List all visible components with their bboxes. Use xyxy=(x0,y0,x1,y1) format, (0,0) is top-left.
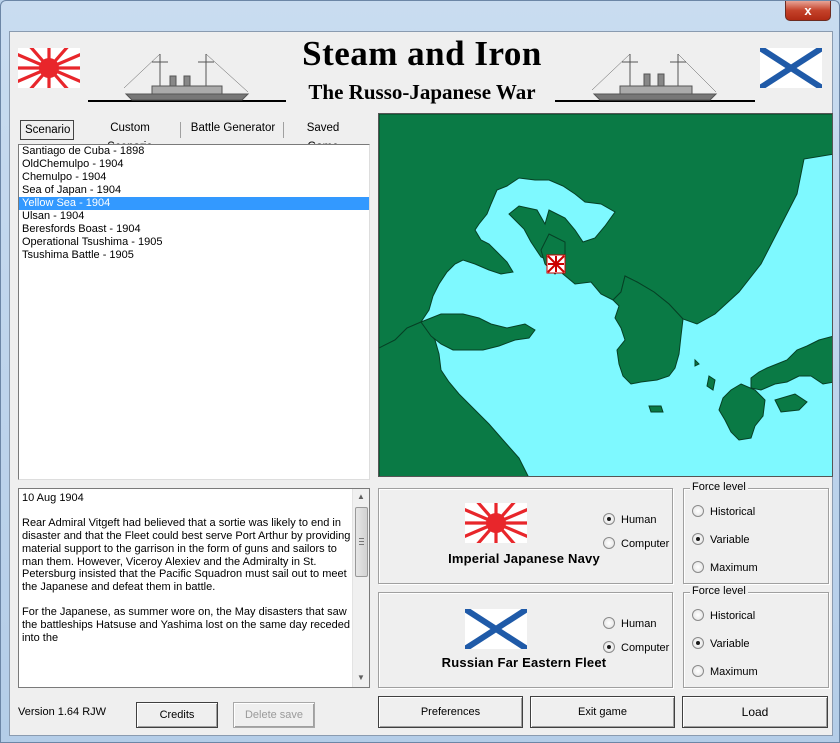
tab-separator xyxy=(180,122,181,138)
russia-computer-radio[interactable]: Computer xyxy=(603,641,669,655)
russian-navy-panel: Russian Far Eastern Fleet Human Computer xyxy=(378,592,673,688)
radio-selected-icon[interactable] xyxy=(603,513,615,525)
radio-label: Variable xyxy=(710,534,750,546)
list-item-selected[interactable]: Yellow Sea - 1904 xyxy=(19,197,369,210)
japan-historical-radio[interactable]: Historical xyxy=(692,505,755,519)
radio-label: Human xyxy=(621,618,657,630)
list-item[interactable]: Ulsan - 1904 xyxy=(19,210,369,223)
list-item[interactable]: OldChemulpo - 1904 xyxy=(19,158,369,171)
description-paragraph: For the Japanese, as summer wore on, the… xyxy=(22,606,350,644)
radio-selected-icon[interactable] xyxy=(603,641,615,653)
port-arthur-marker-icon xyxy=(546,254,566,274)
force-level-legend: Force level xyxy=(690,481,748,493)
russia-maximum-radio[interactable]: Maximum xyxy=(692,665,758,679)
theatre-map[interactable] xyxy=(378,113,833,477)
russian-navy-name: Russian Far Eastern Fleet xyxy=(441,655,607,670)
delete-save-button[interactable]: Delete save xyxy=(233,702,315,728)
radio-icon[interactable] xyxy=(692,665,704,677)
tab-separator xyxy=(283,122,284,138)
load-button[interactable]: Load xyxy=(682,696,828,728)
radio-label: Maximum xyxy=(710,666,758,678)
radio-selected-icon[interactable] xyxy=(692,533,704,545)
description-paragraph: Rear Admiral Vitgeft had believed that a… xyxy=(22,517,351,593)
russia-historical-radio[interactable]: Historical xyxy=(692,609,755,623)
radio-label: Historical xyxy=(710,610,756,622)
russia-variable-radio[interactable]: Variable xyxy=(692,637,750,651)
list-item[interactable]: Sea of Japan - 1904 xyxy=(19,184,369,197)
battleship-right-icon xyxy=(591,53,718,101)
japan-human-radio[interactable]: Human xyxy=(603,513,656,527)
list-item[interactable]: Tsushima Battle - 1905 xyxy=(19,249,369,262)
description-scrollbar[interactable]: ▲ ▼ xyxy=(352,489,369,687)
radio-icon[interactable] xyxy=(603,617,615,629)
radio-label: Maximum xyxy=(710,562,758,574)
version-label: Version 1.64 RJW xyxy=(18,706,107,718)
st-andrew-ensign-icon xyxy=(465,609,527,649)
scenario-date: 10 Aug 1904 xyxy=(22,492,84,504)
radio-label: Variable xyxy=(710,638,750,650)
preferences-button[interactable]: Preferences xyxy=(378,696,523,728)
tab-saved-game[interactable]: Saved Game xyxy=(286,119,360,153)
scroll-thumb[interactable] xyxy=(355,507,368,577)
japan-force-level-group: Force level Historical Variable Maximum xyxy=(683,481,829,584)
list-item[interactable]: Santiago de Cuba - 1898 xyxy=(19,145,369,158)
force-level-legend: Force level xyxy=(690,585,748,597)
radio-icon[interactable] xyxy=(692,609,704,621)
radio-label: Historical xyxy=(710,506,756,518)
list-item[interactable]: Chemulpo - 1904 xyxy=(19,171,369,184)
exit-game-button[interactable]: Exit game xyxy=(530,696,675,728)
scenario-description[interactable]: 10 Aug 1904 Rear Admiral Vitgeft had bel… xyxy=(18,488,370,688)
japan-variable-radio[interactable]: Variable xyxy=(692,533,750,547)
list-item[interactable]: Beresfords Boast - 1904 xyxy=(19,223,369,236)
tab-custom-scenario[interactable]: Custom Scenario xyxy=(84,119,176,153)
scroll-up-arrow-icon[interactable]: ▲ xyxy=(353,489,369,505)
radio-label: Human xyxy=(621,514,657,526)
main-panel: Steam and Iron The Russo-Japanese War Sc… xyxy=(9,31,833,736)
scroll-down-arrow-icon[interactable]: ▼ xyxy=(353,670,369,686)
japanese-navy-panel: Imperial Japanese Navy Human Computer xyxy=(378,488,673,584)
japan-computer-radio[interactable]: Computer xyxy=(603,537,669,551)
radio-selected-icon[interactable] xyxy=(692,637,704,649)
radio-icon[interactable] xyxy=(603,537,615,549)
tab-scenario[interactable]: Scenario xyxy=(20,120,74,140)
credits-button[interactable]: Credits xyxy=(136,702,218,728)
radio-label: Computer xyxy=(621,642,670,654)
scenario-list[interactable]: Santiago de Cuba - 1898 OldChemulpo - 19… xyxy=(18,144,370,480)
russia-human-radio[interactable]: Human xyxy=(603,617,656,631)
rising-sun-flag-icon xyxy=(465,503,527,543)
list-item[interactable]: Operational Tsushima - 1905 xyxy=(19,236,369,249)
russia-force-level-group: Force level Historical Variable Maximum xyxy=(683,585,829,688)
radio-label: Computer xyxy=(621,538,670,550)
radio-icon[interactable] xyxy=(692,561,704,573)
tab-battle-generator[interactable]: Battle Generator xyxy=(186,119,280,140)
window-close-button[interactable]: x xyxy=(785,1,831,21)
radio-icon[interactable] xyxy=(692,505,704,517)
japanese-navy-name: Imperial Japanese Navy xyxy=(448,551,600,566)
battleship-left-icon xyxy=(123,53,250,101)
japan-maximum-radio[interactable]: Maximum xyxy=(692,561,758,575)
app-window: x Steam and Iron The Russo-Japanese War … xyxy=(0,0,840,743)
